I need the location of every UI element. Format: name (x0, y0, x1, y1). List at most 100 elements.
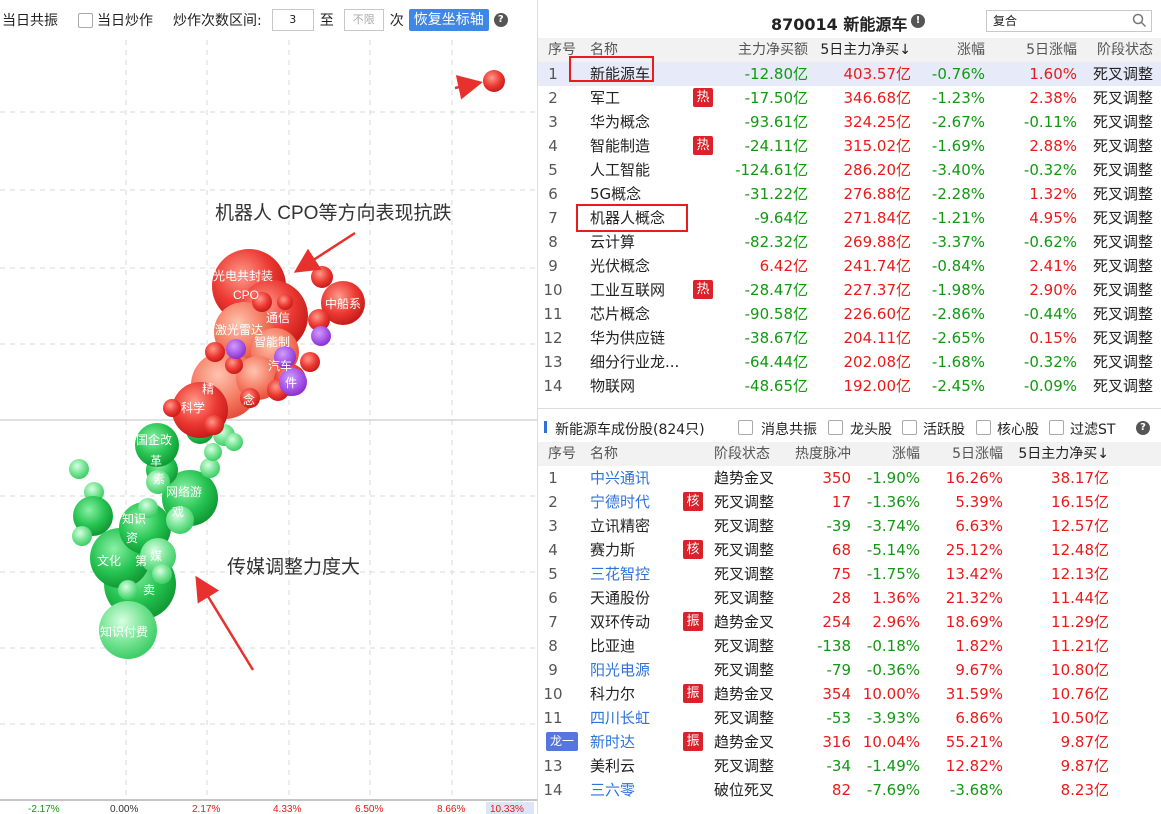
filter-news-checkbox[interactable] (738, 420, 753, 435)
row-net5: 241.74亿 (843, 257, 912, 275)
row-name[interactable]: 立讯精密 (590, 514, 650, 538)
sector-row[interactable]: 9 光伏概念 6.42亿 241.74亿 -0.84% 2.41% 死叉调整 (538, 254, 1161, 278)
bubble[interactable] (204, 443, 222, 461)
stock-row[interactable]: 3 立讯精密 死叉调整 -39 -3.74% 6.63% 12.57亿 (538, 514, 1161, 538)
stock-row[interactable]: 8 比亚迪 死叉调整 -138 -0.18% 1.82% 11.21亿 (538, 634, 1161, 658)
bubble[interactable] (300, 352, 320, 372)
filter-st-label[interactable]: 过滤ST (1070, 419, 1115, 439)
row-name[interactable]: 三六零 (590, 778, 635, 802)
same-day-hype-label[interactable]: 当日炒作 (97, 10, 153, 30)
col-state[interactable]: 阶段状态 (1097, 38, 1153, 62)
restore-axis-button[interactable]: 恢复坐标轴 (408, 9, 489, 31)
row-net: -31.22亿 (744, 185, 808, 203)
sort-search-box[interactable]: 复合 (986, 10, 1152, 32)
bubble[interactable] (225, 433, 243, 451)
col-chg5[interactable]: 5日涨幅 (1026, 38, 1077, 62)
bubble[interactable] (311, 326, 331, 346)
col-net5[interactable]: 5日主力净买↓ (1018, 442, 1109, 466)
stock-row[interactable]: 13 美利云 死叉调整 -34 -1.49% 12.82% 9.87亿 (538, 754, 1161, 778)
filter-news-label[interactable]: 消息共振 (761, 419, 817, 439)
info-icon[interactable]: ! (911, 14, 925, 28)
sector-row[interactable]: 5 人工智能 -124.61亿 286.20亿 -3.40% -0.32% 死叉调整 (538, 158, 1161, 182)
stock-row[interactable]: 9 阳光电源 死叉调整 -79 -0.36% 9.67% 10.80亿 (538, 658, 1161, 682)
sector-row[interactable]: 10 工业互联网 热 -28.47亿 227.37亿 -1.98% 2.90% 死叉调整 (538, 278, 1161, 302)
col-heat[interactable]: 热度脉冲 (795, 442, 851, 466)
stock-row[interactable]: 2 宁德时代 核死叉调整 17 -1.36% 5.39% 16.15亿 (538, 490, 1161, 514)
bubble[interactable] (226, 339, 246, 359)
same-day-resonance-label[interactable]: 当日共振 (2, 10, 58, 30)
row-heat: 82 (831, 781, 851, 799)
bubble[interactable] (311, 266, 333, 288)
row-name[interactable]: 新时达 (590, 730, 635, 754)
sector-row[interactable]: 14 物联网 -48.65亿 192.00亿 -2.45% -0.09% 死叉调整 (538, 374, 1161, 398)
help-icon[interactable]: ? (1136, 421, 1150, 435)
col-idx[interactable]: 序号 (548, 442, 576, 466)
sector-row[interactable]: 3 华为概念 -93.61亿 324.25亿 -2.67% -0.11% 死叉调整 (538, 110, 1161, 134)
row-name[interactable]: 宁德时代 (590, 490, 650, 514)
filter-leader-checkbox[interactable] (828, 420, 843, 435)
row-name[interactable]: 比亚迪 (590, 634, 635, 658)
sector-row[interactable]: 12 华为供应链 -38.67亿 204.11亿 -2.65% 0.15% 死叉调整 (538, 326, 1161, 350)
bubble[interactable] (204, 415, 224, 435)
sector-row[interactable]: 6 5G概念 -31.22亿 276.88亿 -2.28% 1.32% 死叉调整 (538, 182, 1161, 206)
col-state[interactable]: 阶段状态 (714, 442, 770, 466)
col-net[interactable]: 主力净买额 (738, 38, 808, 62)
bubble[interactable] (205, 342, 225, 362)
filter-core-label[interactable]: 核心股 (997, 419, 1039, 439)
bubble[interactable] (69, 459, 89, 479)
row-name[interactable]: 美利云 (590, 754, 635, 778)
bubble-label: 念 (243, 392, 255, 407)
col-net5[interactable]: 5日主力净买↓ (820, 38, 911, 62)
filter-leader-label[interactable]: 龙头股 (850, 419, 892, 439)
row-name[interactable]: 双环传动 (590, 610, 650, 634)
filter-st-checkbox[interactable] (1049, 420, 1064, 435)
bubble[interactable] (152, 564, 172, 584)
range-from-input[interactable]: 3 (271, 9, 314, 31)
bubble[interactable] (163, 399, 181, 417)
row-name[interactable]: 阳光电源 (590, 658, 650, 682)
range-to-input[interactable]: 不限 (343, 9, 384, 31)
stock-row[interactable]: 1 中兴通讯 趋势金叉 350 -1.90% 16.26% 38.17亿 (538, 466, 1161, 490)
stock-row[interactable]: 龙一 新时达 振趋势金叉 316 10.04% 55.21% 9.87亿 (538, 730, 1161, 754)
col-chg[interactable]: 涨幅 (892, 442, 920, 466)
filter-active-label[interactable]: 活跃股 (923, 419, 965, 439)
sector-row[interactable]: 4 智能制造 热 -24.11亿 315.02亿 -1.69% 2.88% 死叉调整 (538, 134, 1161, 158)
sector-row[interactable]: 8 云计算 -82.32亿 269.88亿 -3.37% -0.62% 死叉调整 (538, 230, 1161, 254)
stock-row[interactable]: 14 三六零 破位死叉 82 -7.69% -3.68% 8.23亿 (538, 778, 1161, 802)
bubble[interactable] (277, 294, 293, 310)
col-chg[interactable]: 涨幅 (957, 38, 985, 62)
row-chg5: 2.38% (1029, 89, 1077, 107)
row-name[interactable]: 四川长虹 (590, 706, 650, 730)
row-net5: 12.13亿 (1051, 565, 1109, 583)
help-icon[interactable]: ? (493, 13, 508, 27)
stock-row[interactable]: 10 科力尔 振趋势金叉 354 10.00% 31.59% 10.76亿 (538, 682, 1161, 706)
row-net: -28.47亿 (744, 281, 808, 299)
sector-row[interactable]: 13 细分行业龙... -64.44亿 202.08亿 -1.68% -0.32% 死叉调整 (538, 350, 1161, 374)
bubble[interactable] (118, 580, 138, 600)
row-name[interactable]: 赛力斯 (590, 538, 635, 562)
bubble[interactable] (72, 526, 92, 546)
same-day-hype-checkbox[interactable] (78, 12, 93, 28)
col-name[interactable]: 名称 (590, 442, 618, 466)
stock-row[interactable]: 11 四川长虹 死叉调整 -53 -3.93% 6.86% 10.50亿 (538, 706, 1161, 730)
filter-core-checkbox[interactable] (976, 420, 991, 435)
row-state: 死叉调整 (714, 565, 775, 583)
sector-row[interactable]: 2 军工 热 -17.50亿 346.68亿 -1.23% 2.38% 死叉调整 (538, 86, 1161, 110)
row-name[interactable]: 中兴通讯 (590, 466, 650, 490)
search-icon[interactable] (1132, 13, 1147, 28)
stock-row[interactable]: 5 三花智控 死叉调整 75 -1.75% 13.42% 12.13亿 (538, 562, 1161, 586)
row-name[interactable]: 科力尔 (590, 682, 635, 706)
sector-row[interactable]: 11 芯片概念 -90.58亿 226.60亿 -2.86% -0.44% 死叉调整 (538, 302, 1161, 326)
row-name[interactable]: 三花智控 (590, 562, 650, 586)
stock-row[interactable]: 4 赛力斯 核死叉调整 68 -5.14% 25.12% 12.48亿 (538, 538, 1161, 562)
stock-row[interactable]: 7 双环传动 振趋势金叉 254 2.96% 18.69% 11.29亿 (538, 610, 1161, 634)
bubble[interactable] (483, 70, 505, 92)
col-chg5[interactable]: 5日涨幅 (952, 442, 1003, 466)
row-chg: -1.23% (931, 89, 985, 107)
stock-row[interactable]: 6 天通股份 死叉调整 28 1.36% 21.32% 11.44亿 (538, 586, 1161, 610)
filter-active-checkbox[interactable] (902, 420, 917, 435)
row-name[interactable]: 天通股份 (590, 586, 650, 610)
bubble[interactable] (200, 458, 220, 478)
bubble-plot[interactable]: -2.17% 0.00% 2.17% 4.33% 6.50% 8.66% 10.… (0, 40, 537, 814)
row-chg5: 4.95% (1029, 209, 1077, 227)
